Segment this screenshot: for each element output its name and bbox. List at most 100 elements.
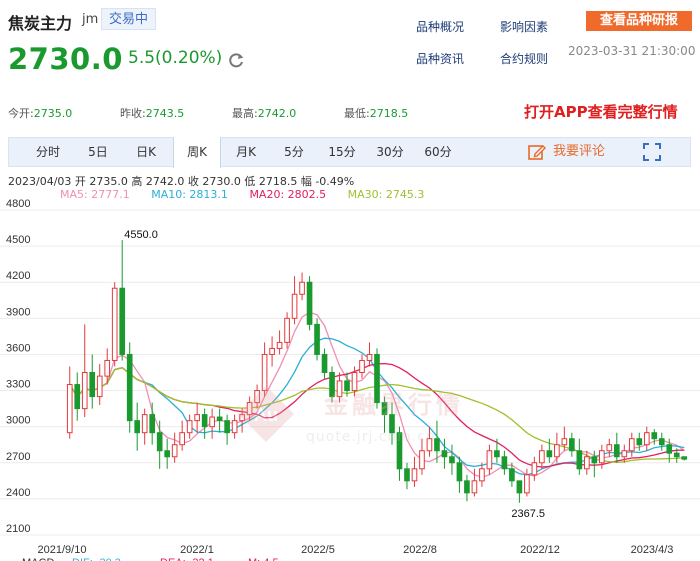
tab-daily-k[interactable]: 日K <box>127 138 165 166</box>
kline-chart[interactable]: 4800 4500 4200 3900 3600 3300 3000 2700 2400 2100… <box>0 198 700 561</box>
link-contract-rules[interactable]: 合约规则 <box>500 50 548 67</box>
stat-prev-close: 昨收:2743.5 <box>120 107 185 120</box>
last-price: 2730.0 <box>8 42 123 76</box>
candle-body <box>254 390 260 404</box>
link-variety-overview[interactable]: 品种概况 <box>416 18 464 35</box>
candle-body <box>141 414 148 434</box>
y-tick-label: 4800 <box>6 198 30 210</box>
y-tick-label: 2700 <box>6 451 30 463</box>
candle-body <box>628 438 635 452</box>
candle-body <box>396 432 403 470</box>
link-variety-news[interactable]: 品种资讯 <box>416 50 464 67</box>
candle-body <box>246 402 253 416</box>
candle-body <box>74 384 81 410</box>
trading-status-badge: 交易中 <box>101 8 157 30</box>
y-tick-label: 3900 <box>6 306 30 318</box>
candle-body <box>584 456 590 470</box>
macd-legend-label: DEA: -32.1 <box>160 557 214 561</box>
candle-body <box>119 287 126 355</box>
candle-body <box>291 293 298 319</box>
candle-body <box>546 450 553 458</box>
candle-body <box>561 438 568 446</box>
quote-header: 焦炭主力 jm 交易中 2730.0 5.5(0.20%) 品种概况 影响因素 … <box>0 0 700 86</box>
candle-body <box>359 359 365 374</box>
candle-body <box>464 480 470 494</box>
tab-monthly-k[interactable]: 月K <box>227 138 265 166</box>
candle-body <box>366 353 373 361</box>
price-change: 5.5(0.20%) <box>128 48 223 68</box>
candle-body <box>636 438 643 446</box>
candle-body <box>231 420 238 434</box>
candle-body <box>224 420 230 434</box>
instrument-code: jm <box>82 12 99 27</box>
expand-icon[interactable] <box>642 142 662 162</box>
candle-body <box>456 462 463 482</box>
open-app-link[interactable]: 打开APP查看完整行情 <box>524 101 678 122</box>
candle-body <box>321 353 328 373</box>
candle-body <box>621 450 628 458</box>
candle-body <box>216 416 223 422</box>
candle-body <box>486 450 493 470</box>
candle-body <box>261 353 268 392</box>
candle-body <box>531 462 538 476</box>
candle-body <box>336 380 343 398</box>
candle-body <box>658 438 665 446</box>
candle-body <box>411 468 418 482</box>
instrument-title: 焦炭主力 <box>8 14 73 33</box>
candle-body <box>306 281 313 325</box>
candle-body <box>269 347 275 355</box>
candle-body <box>673 452 680 458</box>
x-tick-label: 2023/4/3 <box>631 544 674 556</box>
candle-body <box>201 414 208 428</box>
candle-body <box>404 468 410 482</box>
view-research-button[interactable]: 查看品种研报 <box>586 11 692 31</box>
candle-body <box>426 438 433 452</box>
max-price-annotation: 4550.0 <box>124 229 158 241</box>
candle-body <box>381 402 388 416</box>
candle-body <box>149 414 156 434</box>
candle-body <box>591 456 598 464</box>
x-tick-label: 2021/9/10 <box>38 544 87 556</box>
tab-30-min[interactable]: 30分 <box>371 138 409 166</box>
refresh-icon[interactable] <box>226 50 246 70</box>
candle-body <box>96 375 103 398</box>
candle-body <box>81 372 88 410</box>
x-tick-label: 2022/8 <box>403 544 437 556</box>
candle-body <box>284 317 290 343</box>
tab-weekly-k[interactable]: 周K <box>173 137 221 168</box>
tab-60-min[interactable]: 60分 <box>419 138 457 166</box>
candle-body <box>613 444 620 458</box>
y-tick-label: 4200 <box>6 270 30 282</box>
tab-intraday[interactable]: 分时 <box>29 138 67 166</box>
candle-body <box>89 372 96 398</box>
candle-body <box>186 420 193 434</box>
candle-body <box>389 414 395 434</box>
candle-body <box>171 444 178 458</box>
candle-body <box>239 414 245 422</box>
tab-15-min[interactable]: 15分 <box>323 138 361 166</box>
y-tick-label: 4500 <box>6 234 30 246</box>
comment-edit-icon <box>528 145 546 160</box>
comment-label: 我要评论 <box>553 144 606 159</box>
y-tick-label: 2100 <box>6 523 30 535</box>
candle-body <box>314 323 320 355</box>
candle-body <box>179 432 185 446</box>
x-tick-label: 2022/12 <box>520 544 560 556</box>
candle-body <box>479 468 485 482</box>
macd-legend-label: M: 4.5 <box>248 557 279 561</box>
link-influence-factors[interactable]: 影响因素 <box>500 18 548 35</box>
y-tick-label: 3300 <box>6 379 30 391</box>
macd-legend-label: MACD <box>22 557 54 561</box>
candle-body <box>344 380 350 392</box>
stat-high: 最高:2742.0 <box>232 107 297 120</box>
candle-body <box>681 456 688 460</box>
candle-body <box>471 480 478 494</box>
candle-body <box>134 420 141 434</box>
tab-5-min[interactable]: 5分 <box>275 138 313 166</box>
candle-body <box>351 372 358 392</box>
candle-body <box>419 450 425 470</box>
candle-body <box>374 353 380 404</box>
candle-body <box>539 450 545 464</box>
tab-5-day[interactable]: 5日 <box>79 138 117 166</box>
write-comment-button[interactable]: 我要评论 <box>527 141 605 163</box>
